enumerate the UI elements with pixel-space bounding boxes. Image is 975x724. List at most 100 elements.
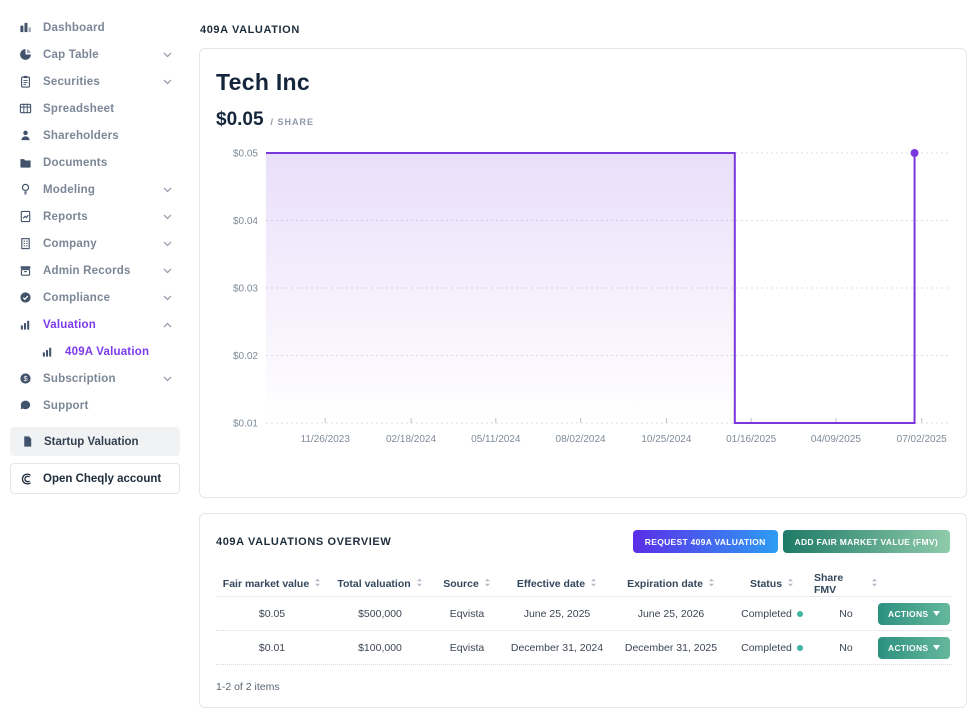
sort-icon [871,578,878,590]
status-dot-icon [797,645,803,651]
sidebar-item-reports[interactable]: Reports [8,203,182,230]
cheqly-button-label: Open Cheqly account [43,473,161,485]
column-header-label: Total valuation [337,578,410,590]
sidebar-item-label: Reports [43,211,88,223]
status-dot-icon [797,611,803,617]
sidebar-item-label: 409A Valuation [65,346,149,358]
sidebar-item-shareholders[interactable]: Shareholders [8,122,182,149]
svg-text:$: $ [23,374,27,383]
cell-actions: ACTIONS [878,603,952,625]
sidebar-item-label: Securities [43,76,100,88]
svg-text:01/16/2025: 01/16/2025 [726,434,776,445]
cell-status: Completed [730,642,814,654]
table-header-row: Fair market value Total valuation Source Ef… [216,571,952,597]
request-409a-valuation-button[interactable]: REQUEST 409A VALUATION [633,530,778,553]
compliance-icon [18,291,32,305]
subscription-icon: $ [18,372,32,386]
cell-actions: ACTIONS [878,637,952,659]
cell-fair-market-value: $0.01 [216,642,328,654]
overview-title: 409A VALUATIONS OVERVIEW [216,536,391,548]
sidebar-item-label: Dashboard [43,22,105,34]
grid-icon [18,102,32,116]
sort-icon [787,578,794,590]
column-header-label: Status [750,578,782,590]
cell-source: Eqvista [432,608,502,620]
company-name: Tech Inc [216,69,950,96]
sidebar-item-label: Subscription [43,373,116,385]
share-price-suffix: / SHARE [271,117,315,127]
cell-expiration-date: June 25, 2026 [612,608,730,620]
table-row: $0.01$100,000EqvistaDecember 31, 2024Dec… [216,631,952,665]
document-icon [20,435,34,449]
valuations-overview-card: 409A VALUATIONS OVERVIEW REQUEST 409A VA… [199,513,967,708]
sidebar-item-409a-valuation[interactable]: 409A Valuation [8,338,182,365]
sort-icon [484,578,491,590]
cell-effective-date: June 25, 2025 [502,608,612,620]
records-icon [18,264,32,278]
sidebar-item-admin-records[interactable]: Admin Records [8,257,182,284]
column-header-label: Effective date [517,578,585,590]
svg-text:02/18/2024: 02/18/2024 [386,434,436,445]
chevron-down-icon [163,79,172,85]
chevron-up-icon [163,322,172,328]
page-title: 409A VALUATION [200,24,967,36]
column-header-source[interactable]: Source [432,578,502,590]
sidebar-item-spreadsheet[interactable]: Spreadsheet [8,95,182,122]
open-cheqly-account-button[interactable]: Open Cheqly account [10,463,180,494]
chevron-down-icon [163,187,172,193]
sidebar-item-support[interactable]: Support [8,392,182,419]
sidebar: DashboardCap TableSecuritiesSpreadsheetS… [0,0,190,724]
sidebar-item-compliance[interactable]: Compliance [8,284,182,311]
actions-button[interactable]: ACTIONS [878,637,950,659]
svg-text:07/02/2025: 07/02/2025 [897,434,947,445]
column-header-status[interactable]: Status [730,578,814,590]
svg-text:11/26/2023: 11/26/2023 [301,434,351,445]
sidebar-item-label: Startup Valuation [44,436,139,448]
svg-text:10/25/2024: 10/25/2024 [641,434,691,445]
column-header-label: Source [443,578,479,590]
valuations-table: Fair market value Total valuation Source Ef… [216,571,952,665]
sort-icon [590,578,597,590]
clipboard-icon [18,75,32,89]
cell-share-fmv: No [814,608,878,620]
sort-icon [708,578,715,590]
actions-button-label: ACTIONS [888,609,928,619]
sidebar-item-label: Compliance [43,292,110,304]
valuation-chart-icon [40,345,54,359]
support-icon [18,399,32,413]
sidebar-item-subscription[interactable]: $ Subscription [8,365,182,392]
sidebar-item-cap-table[interactable]: Cap Table [8,41,182,68]
cell-source: Eqvista [432,642,502,654]
table-body: $0.05$500,000EqvistaJune 25, 2025June 25… [216,597,952,665]
add-fair-market-value-button[interactable]: ADD FAIR MARKET VALUE (FMV) [783,530,950,553]
sidebar-item-label: Company [43,238,97,250]
chevron-down-icon [163,268,172,274]
chevron-down-icon [163,52,172,58]
sidebar-item-documents[interactable]: Documents [8,149,182,176]
column-header-expiration-date[interactable]: Expiration date [612,578,730,590]
sidebar-item-modeling[interactable]: Modeling [8,176,182,203]
column-header-effective-date[interactable]: Effective date [502,578,612,590]
person-icon [18,129,32,143]
column-header-share-fmv[interactable]: Share FMV [814,572,878,596]
sidebar-item-company[interactable]: Company [8,230,182,257]
main-content: 409A VALUATION Tech Inc $0.05 / SHARE $0… [199,14,967,708]
folder-icon [18,156,32,170]
cell-effective-date: December 31, 2024 [502,642,612,654]
sidebar-item-securities[interactable]: Securities [8,68,182,95]
sidebar-item-startup-valuation[interactable]: Startup Valuation [10,427,180,456]
svg-text:$0.03: $0.03 [233,284,258,295]
sidebar-item-label: Documents [43,157,107,169]
dashboard-icon [18,21,32,35]
building-icon [18,237,32,251]
actions-button[interactable]: ACTIONS [878,603,950,625]
pie-chart-icon [18,48,32,62]
sidebar-item-valuation[interactable]: Valuation [8,311,182,338]
column-header-label: Fair market value [223,578,309,590]
column-header-total-valuation[interactable]: Total valuation [328,578,432,590]
sidebar-item-label: Admin Records [43,265,131,277]
column-header-fair-market-value[interactable]: Fair market value [216,578,328,590]
cheqly-logo-icon [20,472,34,486]
lightbulb-icon [18,183,32,197]
sidebar-item-dashboard[interactable]: Dashboard [8,14,182,41]
